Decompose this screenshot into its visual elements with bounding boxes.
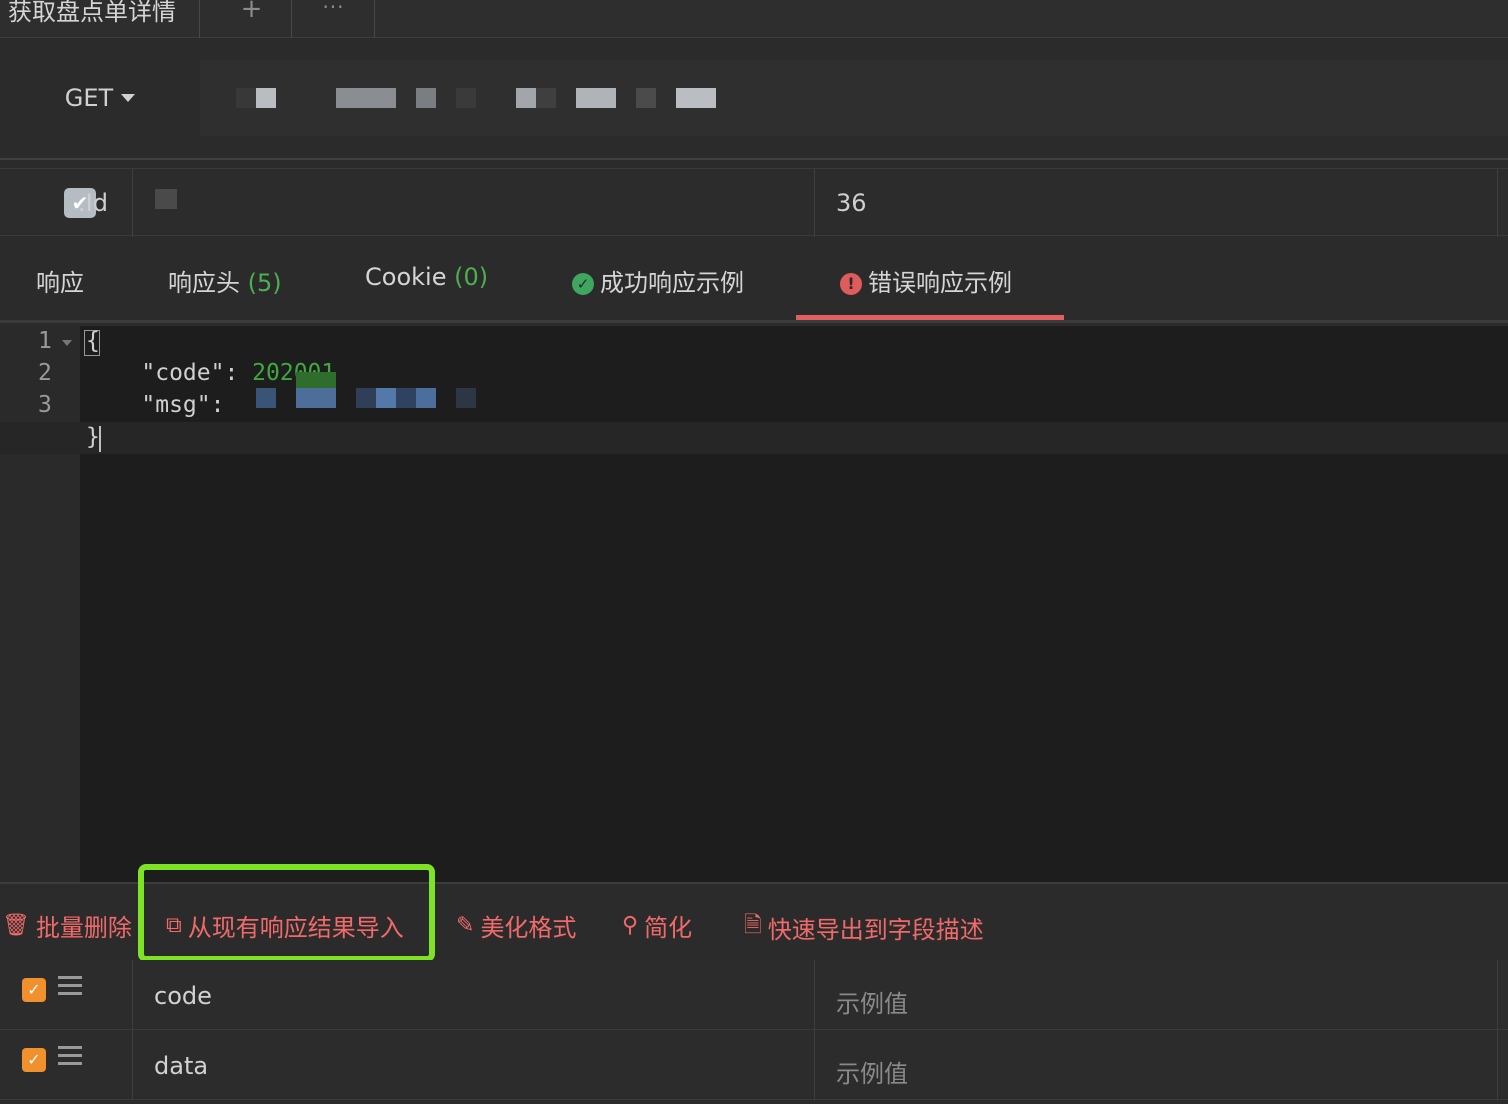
method-select[interactable]: GET <box>0 60 200 136</box>
export-label: 快速导出到字段描述 <box>767 915 984 944</box>
add-tab-button[interactable]: + <box>212 0 292 38</box>
cookie-count: (0) <box>454 263 489 291</box>
param-value[interactable]: 36 <box>836 189 867 217</box>
magic-wand-icon: ✎ <box>456 913 475 938</box>
drag-handle-icon[interactable] <box>58 1046 82 1068</box>
tab-response-headers[interactable]: 响应头 (5) <box>168 263 282 298</box>
active-tab-indicator <box>796 315 1064 320</box>
highlight-box <box>138 864 435 962</box>
field-name[interactable]: code <box>154 982 212 1010</box>
param-key: .Id <box>78 189 108 217</box>
more-tabs-button[interactable]: ··· <box>293 0 375 38</box>
simplify-button[interactable]: ⚲ 简化 <box>622 908 692 943</box>
tab-success-example[interactable]: ✓ 成功响应示例 <box>572 263 744 298</box>
field-name-cell[interactable] <box>133 1030 815 1100</box>
divider <box>1497 1030 1498 1100</box>
field-name[interactable]: data <box>154 1052 208 1080</box>
request-tab-bar: 获取盘点单详情 + ··· <box>0 0 1508 38</box>
line-gutter: 1 2 3 4 <box>0 326 80 882</box>
tab-error-example[interactable]: ! 错误响应示例 <box>840 263 1012 298</box>
beautify-label: 美化格式 <box>480 914 577 942</box>
json-key-code: "code": <box>86 360 253 386</box>
url-bar: GET <box>0 60 1508 136</box>
batch-delete-label: 批量删除 <box>35 914 132 942</box>
param-check-cell: ✔ <box>0 169 133 237</box>
tab-success-label: 成功响应示例 <box>600 269 744 297</box>
code-line-3: "msg": <box>86 392 238 418</box>
sitemap-icon: ⚲ <box>622 913 639 938</box>
file-text-icon: 🗎 <box>744 913 762 938</box>
exclamation-circle-icon: ! <box>840 273 862 295</box>
field-example-input[interactable]: 示例值 <box>836 984 908 1019</box>
field-controls-cell: ✓ <box>0 1030 133 1100</box>
simplify-label: 简化 <box>644 914 693 942</box>
tab-cookie[interactable]: Cookie (0) <box>365 263 488 291</box>
field-checkbox[interactable]: ✓ <box>22 978 46 1002</box>
param-row: ✔ .Id 36 <box>0 168 1508 237</box>
tab-headers-label: 响应头 <box>168 269 240 297</box>
batch-delete-button[interactable]: 🗑 批量删除 <box>2 908 132 943</box>
line-number: 2 <box>38 360 52 386</box>
response-tabs: 响应 响应头 (5) Cookie (0) ✓ 成功响应示例 ! 错误响应示例 <box>0 237 1508 323</box>
export-fields-button[interactable]: 🗎 快速导出到字段描述 <box>744 908 984 946</box>
divider <box>0 158 1508 160</box>
tab-error-label: 错误响应示例 <box>868 269 1012 297</box>
check-circle-icon: ✓ <box>572 273 594 295</box>
tab-response[interactable]: 响应 <box>36 263 84 298</box>
param-key-cell[interactable] <box>133 169 815 237</box>
field-row: ✓ data 示例值 <box>0 1030 1508 1100</box>
tab-response-label: 响应 <box>36 269 84 297</box>
drag-handle-icon[interactable] <box>58 976 82 998</box>
tab-request-title[interactable]: 获取盘点单详情 <box>0 0 200 38</box>
divider <box>1497 960 1498 1030</box>
code-line-4: } <box>86 424 100 450</box>
active-line-highlight <box>0 422 1508 454</box>
field-name-cell[interactable] <box>133 960 815 1030</box>
field-example-input[interactable]: 示例值 <box>836 1054 908 1089</box>
divider <box>1497 169 1498 237</box>
blurred-key-prefix <box>155 189 177 209</box>
beautify-button[interactable]: ✎ 美化格式 <box>456 908 576 943</box>
fold-toggle-icon[interactable] <box>62 340 72 346</box>
headers-count: (5) <box>247 269 282 297</box>
method-label: GET <box>64 84 114 112</box>
field-controls-cell: ✓ <box>0 960 133 1030</box>
code-line-1: { <box>86 328 100 354</box>
field-row: ✓ code 示例值 <box>0 960 1508 1030</box>
trash-icon: 🗑 <box>2 913 30 938</box>
json-key-msg: "msg": <box>86 392 239 418</box>
line-number: 3 <box>38 392 52 418</box>
text-cursor <box>99 426 101 452</box>
code-editor[interactable]: 1 2 3 4 { "code": 202001 "msg": } <box>0 326 1508 882</box>
url-input-blurred[interactable] <box>200 60 1508 136</box>
field-checkbox[interactable]: ✓ <box>22 1048 46 1072</box>
url-row: GET <box>0 38 1508 160</box>
tab-cookie-label: Cookie <box>365 263 447 291</box>
caret-down-icon <box>121 94 136 102</box>
line-number: 1 <box>38 328 52 354</box>
